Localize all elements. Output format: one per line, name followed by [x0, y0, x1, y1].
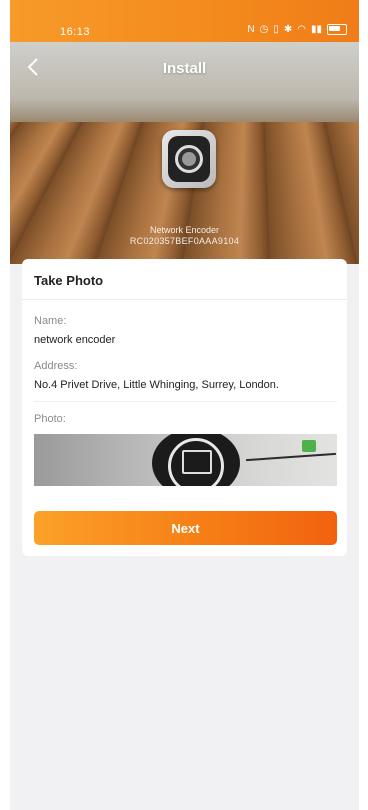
next-button[interactable]: Next — [34, 511, 337, 545]
card-title: Take Photo — [34, 273, 104, 288]
device-name: Network Encoder — [149, 225, 220, 235]
photo-cable — [246, 452, 336, 462]
signal-icon: ▮▮ — [310, 24, 322, 35]
device-id: RC020357BEF0AAA9104 — [129, 236, 240, 246]
photo-label: Photo: — [34, 413, 66, 425]
app-screen: 16:13 N ◷ ▯ ✱ ◠ ▮▮ Install Network Encod… — [10, 0, 359, 810]
battery-icon — [327, 24, 347, 35]
take-photo-card: Take Photo Name: network encoder Address… — [22, 259, 347, 556]
wifi-icon: ◠ — [297, 24, 306, 35]
page-title: Install — [162, 60, 207, 77]
card-header: Take Photo — [22, 259, 347, 300]
name-label: Name: — [34, 315, 67, 327]
status-icons: N ◷ ▯ ✱ ◠ ▮▮ — [247, 24, 347, 35]
address-label: Address: — [34, 360, 78, 372]
photo-device-image — [152, 434, 240, 486]
device-photo[interactable] — [34, 434, 337, 486]
vibrate-icon: ▯ — [273, 24, 279, 35]
photo-connector — [302, 440, 316, 452]
status-time: 16:13 — [60, 26, 91, 38]
name-value: network encoder — [34, 334, 116, 346]
alarm-icon: ◷ — [259, 24, 269, 35]
divider — [34, 401, 337, 402]
nav-bar: Install — [10, 42, 359, 92]
network-encoder-device-icon — [162, 130, 216, 188]
address-value: No.4 Privet Drive, Little Whinging, Surr… — [34, 379, 279, 391]
nfc-icon: N — [247, 24, 255, 35]
bluetooth-icon: ✱ — [283, 24, 293, 35]
status-bar: 16:13 N ◷ ▯ ✱ ◠ ▮▮ — [10, 0, 359, 42]
device-hero-image: Install Network Encoder RC020357BEF0AAA9… — [10, 42, 359, 264]
